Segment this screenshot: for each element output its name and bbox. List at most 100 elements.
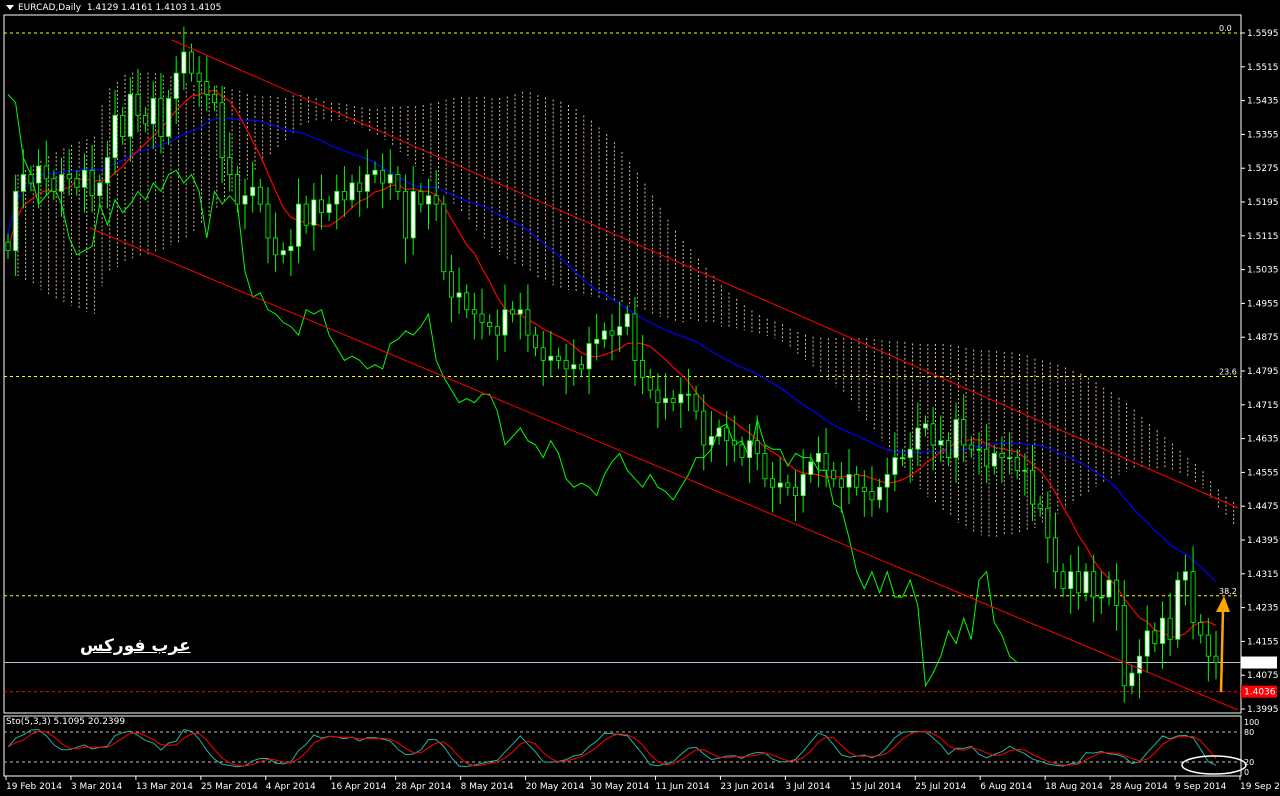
candle-body xyxy=(594,338,600,344)
candle-body xyxy=(166,98,172,137)
candle-body xyxy=(410,191,416,239)
candle-body xyxy=(296,203,302,247)
price-axis: 1.5595 1.5515 1.5435 1.5355 1.5275 1.5195 1.51… xyxy=(1241,29,1279,715)
x-tick-label: 18 Aug 2014 xyxy=(1045,782,1103,792)
candle-body xyxy=(1052,537,1058,573)
candle-body xyxy=(1014,457,1020,471)
candle-body xyxy=(242,195,248,205)
candle-body xyxy=(877,486,883,501)
candle-body xyxy=(1190,571,1196,623)
sto-level-label: 80 xyxy=(1244,728,1254,737)
candle-body xyxy=(349,182,355,201)
candle-body xyxy=(640,360,646,378)
candle-body xyxy=(525,309,531,336)
candle-body xyxy=(601,330,607,340)
current-price-tag-label: 1.4105 xyxy=(1244,659,1276,669)
candles xyxy=(5,26,1219,703)
candle-body xyxy=(112,114,118,159)
candle-body xyxy=(861,486,867,492)
candle-body xyxy=(143,114,149,125)
y-tick-label: 1.5275 xyxy=(1247,164,1279,174)
candle-body xyxy=(471,309,477,315)
candle-body xyxy=(540,347,546,361)
candle-body xyxy=(907,448,913,459)
candle-body xyxy=(66,174,72,180)
candle-body xyxy=(74,178,80,188)
chart-area[interactable]: 0.0 23.6 38.2 1.5595 1.5515 1.5435 1.5355 1.52… xyxy=(0,0,1280,796)
candle-body xyxy=(892,457,898,475)
candle-body xyxy=(43,165,49,180)
y-tick-label: 1.4475 xyxy=(1247,502,1279,512)
candle-body xyxy=(609,330,615,336)
fib-level-label: 23.6 xyxy=(1219,367,1237,376)
y-tick-label: 1.4715 xyxy=(1247,401,1279,411)
candle-body xyxy=(578,364,584,370)
candle-body xyxy=(127,93,133,137)
candle-body xyxy=(586,343,592,370)
candle-body xyxy=(846,474,852,488)
candle-body xyxy=(793,486,798,497)
candle-body xyxy=(533,334,539,349)
candle-body xyxy=(1083,571,1089,594)
candle-body xyxy=(1152,630,1158,644)
candle-body xyxy=(288,245,294,251)
candle-body xyxy=(395,174,401,192)
candle-body xyxy=(716,427,722,437)
candle-body xyxy=(869,491,875,501)
candle-body xyxy=(762,452,768,480)
x-tick-label: 13 Mar 2014 xyxy=(136,782,193,792)
time-axis: 19 Feb 2014 3 Mar 2014 13 Mar 2014 25 Mar 2… xyxy=(5,776,1280,792)
x-tick-label: 28 Aug 2014 xyxy=(1110,782,1168,792)
candle-body xyxy=(945,440,951,459)
candle-body xyxy=(701,410,707,446)
candle-body xyxy=(234,174,240,205)
candle-body xyxy=(731,440,737,446)
y-tick-label: 1.4635 xyxy=(1247,435,1279,445)
candle-body xyxy=(273,237,279,256)
candle-body xyxy=(808,461,814,475)
candle-body xyxy=(1045,507,1051,539)
y-tick-label: 1.5355 xyxy=(1247,130,1279,140)
x-tick-label: 11 Jun 2014 xyxy=(655,782,709,792)
candle-body xyxy=(823,452,829,471)
y-tick-label: 1.5195 xyxy=(1247,198,1279,208)
fibonacci-levels: 0.0 23.6 38.2 xyxy=(4,24,1241,693)
x-tick-label: 30 May 2014 xyxy=(591,782,650,792)
candle-body xyxy=(487,322,493,328)
candle-body xyxy=(334,191,340,205)
candle-body xyxy=(1068,571,1074,589)
candle-body xyxy=(739,444,745,459)
y-tick-label: 1.5435 xyxy=(1247,97,1279,107)
candle-body xyxy=(754,440,760,454)
candle-body xyxy=(418,191,424,205)
y-tick-label: 1.4315 xyxy=(1247,570,1279,580)
candle-body xyxy=(380,169,386,184)
candle-body xyxy=(548,355,554,361)
sto-plot-frame xyxy=(3,715,1242,777)
y-tick-label: 1.5595 xyxy=(1247,29,1279,39)
candle-body xyxy=(372,169,378,175)
candle-body xyxy=(838,478,844,488)
x-tick-label: 19 Sep 2014 xyxy=(1240,782,1280,792)
candle-body xyxy=(448,271,454,298)
y-tick-label: 1.4955 xyxy=(1247,299,1279,309)
x-tick-label: 4 Apr 2014 xyxy=(266,782,316,792)
y-tick-label: 1.4875 xyxy=(1247,333,1279,343)
up-arrow-head-icon xyxy=(1216,596,1230,612)
candle-body xyxy=(494,326,500,336)
candle-body xyxy=(89,169,95,197)
candle-body xyxy=(991,452,997,467)
candle-body xyxy=(104,157,110,184)
candle-body xyxy=(81,169,87,188)
candle-body xyxy=(1037,503,1043,509)
candle-body xyxy=(1175,579,1181,640)
main-plot-frame xyxy=(3,14,1242,714)
candle-body xyxy=(204,81,210,95)
candle-body xyxy=(999,452,1005,459)
candle-body xyxy=(1205,634,1211,657)
candle-body xyxy=(1114,579,1120,606)
candle-body xyxy=(678,393,684,404)
candle-body xyxy=(510,309,516,315)
candle-body xyxy=(1129,672,1135,687)
candle-body xyxy=(1060,571,1066,589)
